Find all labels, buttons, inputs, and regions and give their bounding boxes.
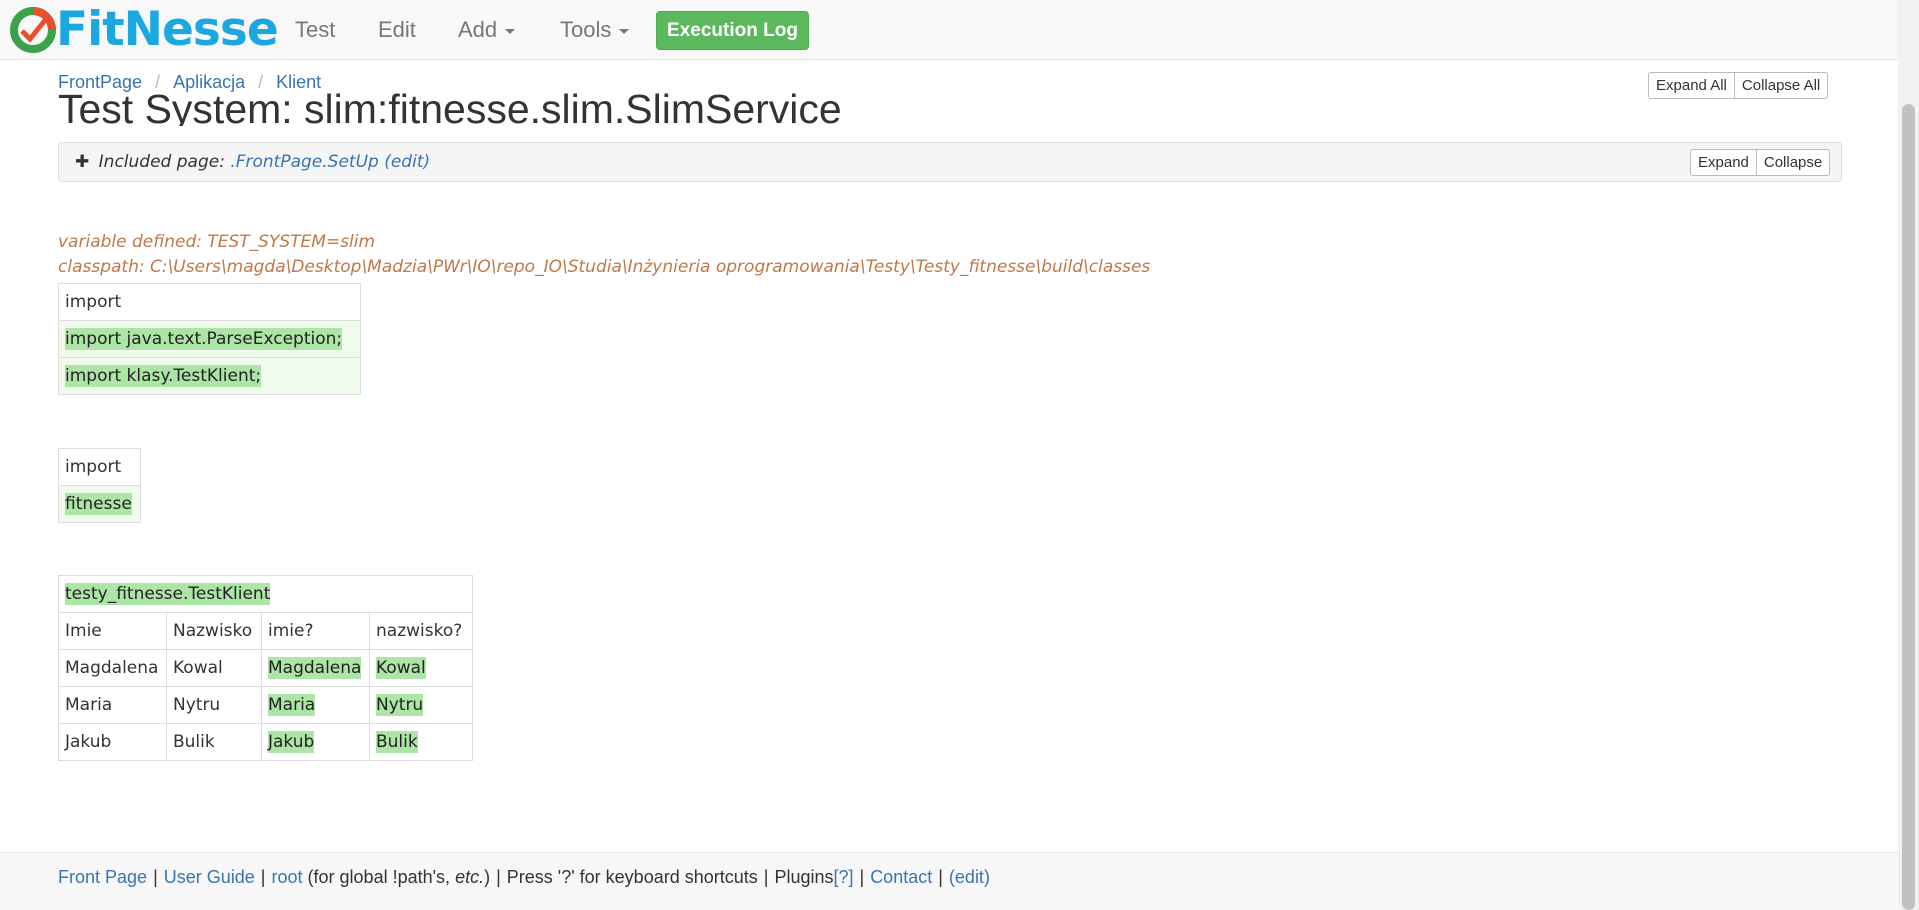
table-row: import [58, 283, 361, 321]
collapse-all-button[interactable]: Collapse All [1734, 72, 1829, 99]
table-cell: Maria [261, 686, 370, 724]
column-header: Imie [58, 612, 167, 650]
execution-log-button[interactable]: Execution Log [656, 11, 809, 50]
table-cell: Nytru [369, 686, 473, 724]
table-cell: Jakub [58, 723, 167, 761]
pass-value: Jakub [268, 731, 315, 753]
nav-test[interactable]: Test [295, 0, 335, 60]
footer-separator: | [763, 867, 769, 887]
page-footer: Front Page | User Guide | root (for global !… [0, 852, 1898, 910]
table-row: Jakub Bulik Jakub Bulik [58, 723, 473, 761]
expand-all-button[interactable]: Expand All [1648, 72, 1735, 99]
pass-value: testy_fitnesse.TestKlient [65, 583, 271, 605]
plus-icon: ✚ [75, 152, 90, 172]
nav-tools-dropdown[interactable]: Tools [560, 0, 630, 60]
decision-table: testy_fitnesse.TestKlient Imie Nazwisko … [58, 575, 473, 761]
caret-down-icon [619, 28, 630, 34]
fitnesse-logo[interactable]: FitNesse [8, 2, 279, 57]
table-cell: import java.text.ParseException; [58, 320, 361, 358]
nav-add-label: Add [458, 17, 498, 42]
table-cell: Magdalena [58, 649, 167, 687]
table-row: import [58, 448, 141, 486]
footer-root-note-close: ) [484, 867, 491, 887]
footer-root-link[interactable]: root [271, 867, 302, 887]
table-row: import java.text.ParseException; [58, 320, 361, 358]
pass-value: Magdalena [268, 657, 362, 679]
footer-contact-link[interactable]: Contact [870, 867, 932, 887]
footer-plugins-text: Plugins [774, 867, 834, 887]
table-cell: import klasy.TestKlient; [58, 357, 361, 395]
nav-add-dropdown[interactable]: Add [458, 0, 516, 60]
footer-user-guide-link[interactable]: User Guide [164, 867, 255, 887]
footer-separator: | [859, 867, 865, 887]
footer-root-note-text: (for global !path's, [307, 867, 451, 887]
table-header-row: Imie Nazwisko imie? nazwisko? [58, 612, 473, 650]
column-header: imie? [261, 612, 370, 650]
table-cell: Maria [58, 686, 167, 724]
included-expand-collapse-group: Expand Collapse [1690, 149, 1831, 176]
footer-front-page-link[interactable]: Front Page [58, 867, 147, 887]
table-row: fitnesse [58, 485, 141, 523]
pass-value: Nytru [376, 694, 424, 716]
expand-button[interactable]: Expand [1690, 149, 1757, 176]
included-page-label: Included page: [98, 152, 225, 172]
footer-shortcuts-text: Press '?' for keyboard shortcuts [506, 867, 758, 887]
footer-links: Front Page | User Guide | root (for global !… [58, 867, 990, 888]
pass-value: import klasy.TestKlient; [65, 365, 262, 387]
footer-separator: | [938, 867, 943, 887]
table-cell: Bulik [166, 723, 262, 761]
page-expand-collapse-group: Expand All Collapse All [1648, 72, 1829, 99]
table-row: import klasy.TestKlient; [58, 357, 361, 395]
table-row: Magdalena Kowal Magdalena Kowal [58, 649, 473, 687]
variable-defined-text: variable defined: TEST_SYSTEM=slim [58, 232, 376, 252]
footer-separator: | [496, 867, 501, 887]
nav-edit[interactable]: Edit [378, 0, 416, 60]
top-navbar: FitNesse Test Edit Add Tools Execution L… [0, 0, 1898, 60]
table-cell: Jakub [261, 723, 370, 761]
fitnesse-logo-icon [10, 7, 56, 53]
table-cell: Magdalena [261, 649, 370, 687]
scrollbar-thumb[interactable] [1902, 104, 1915, 910]
pass-value: Maria [268, 694, 316, 716]
brand-name: FitNesse [56, 2, 279, 57]
footer-plugins-help-link[interactable]: [?] [833, 867, 853, 887]
included-page-link[interactable]: .FrontPage.SetUp [230, 152, 378, 172]
import-table-1: import import java.text.ParseException; … [58, 283, 361, 395]
collapse-button[interactable]: Collapse [1756, 149, 1831, 176]
table-row: testy_fitnesse.TestKlient [58, 575, 473, 613]
table-cell: Nytru [166, 686, 262, 724]
caret-down-icon [505, 28, 516, 34]
included-page-header[interactable]: ✚ Included page: .FrontPage.SetUp (edit) [75, 143, 430, 181]
table-cell: Kowal [369, 649, 473, 687]
pass-value: import java.text.ParseException; [65, 328, 343, 350]
footer-root-note-etc: etc. [455, 867, 485, 887]
import-table-2: import fitnesse [58, 448, 141, 523]
classpath-text: classpath: C:\Users\magda\Desktop\Madzia… [58, 257, 1151, 277]
pass-value: Bulik [376, 731, 418, 753]
included-page-edit-link[interactable]: (edit) [384, 152, 430, 172]
page-title: Test System: slim:fitnesse.slim.SlimServ… [58, 86, 842, 126]
column-header: Nazwisko [166, 612, 262, 650]
table-header-cell: import [58, 448, 141, 486]
table-row: Maria Nytru Maria Nytru [58, 686, 473, 724]
table-header-cell: import [58, 283, 361, 321]
column-header: nazwisko? [369, 612, 473, 650]
table-cell: fitnesse [58, 485, 141, 523]
table-cell: Kowal [166, 649, 262, 687]
footer-root-note: (for global !path's, etc.) [308, 867, 491, 887]
page-scrollbar[interactable] [1898, 0, 1919, 910]
pass-value: fitnesse [65, 493, 132, 515]
footer-separator: | [260, 867, 266, 887]
footer-edit-link[interactable]: (edit) [949, 867, 990, 887]
nav-tools-label: Tools [560, 17, 612, 42]
pass-value: Kowal [376, 657, 426, 679]
included-page-panel: ✚ Included page: .FrontPage.SetUp (edit)… [58, 142, 1842, 182]
footer-separator: | [153, 867, 158, 887]
fixture-name-cell: testy_fitnesse.TestKlient [58, 575, 473, 613]
table-cell: Bulik [369, 723, 473, 761]
